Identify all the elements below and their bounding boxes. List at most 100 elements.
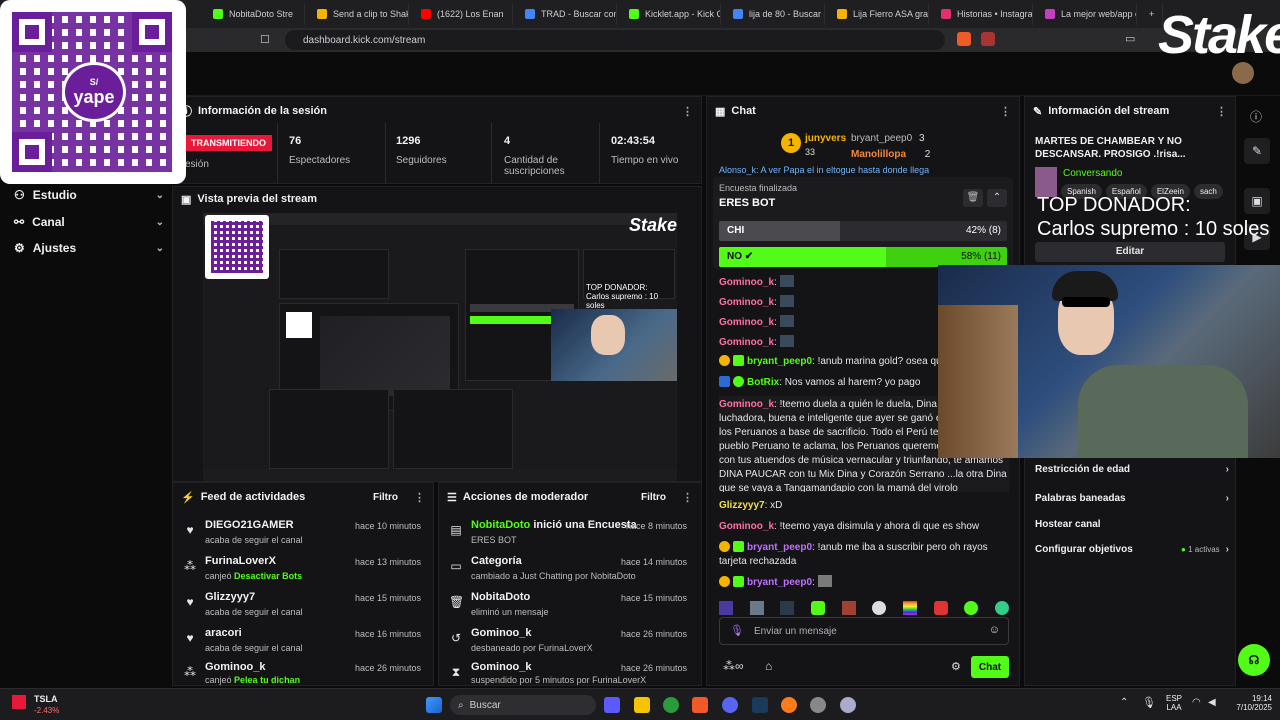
emote-icon[interactable]	[780, 601, 795, 615]
browser-tab[interactable]: (1622) Los Enan	[413, 3, 513, 25]
clock[interactable]: 19:14 7/10/2025	[1228, 694, 1272, 712]
emoji-icon[interactable]: ☺	[989, 624, 1000, 636]
feed-user[interactable]: Glizzyyy7	[205, 591, 255, 603]
browser-tab[interactable]: TRAD - Buscar con	[517, 3, 617, 25]
taskbar-search[interactable]: ⌕ Buscar	[450, 695, 596, 715]
feed-user[interactable]: Gominoo_k	[205, 661, 266, 673]
more-options-icon[interactable]: ⋮	[1000, 105, 1011, 118]
more-options-icon[interactable]: ⋮	[682, 491, 693, 504]
collapse-icon[interactable]: ⌃	[987, 189, 1007, 207]
steam-icon[interactable]	[752, 697, 768, 713]
store-icon[interactable]: ⌂	[765, 659, 772, 673]
poll-option-label: CHI	[727, 225, 745, 236]
help-icon[interactable]: ☊	[1238, 644, 1270, 676]
browser-tab[interactable]: Lija Fierro ASA gran	[829, 3, 929, 25]
more-options-icon[interactable]: ⋮	[1216, 105, 1227, 118]
panel-title: Información de la sesión	[198, 105, 327, 117]
trash-icon[interactable]: 🗑	[963, 189, 983, 207]
stream-preview-video[interactable]: Stake TOP DONADOR: Carlos supremo : 10 s…	[203, 213, 677, 481]
nav-item-settings[interactable]: ⚙ Ajustes ⌄	[14, 237, 164, 259]
feed-user[interactable]: DIEGO21GAMER	[205, 519, 294, 531]
row-age-restriction[interactable]: Restricción de edad ›	[1035, 458, 1229, 480]
gifter-3[interactable]: Manolillopa 2	[851, 149, 930, 160]
row-banned-words[interactable]: Palabras baneadas ›	[1035, 487, 1229, 509]
emote-icon[interactable]	[872, 601, 887, 615]
divider	[491, 123, 492, 183]
microphone-icon[interactable]: 🎙	[730, 624, 744, 637]
tab-favicon-icon	[317, 9, 327, 19]
coins-icon: ⁂	[184, 559, 196, 573]
tab-label: Historias • Instagran	[957, 9, 1033, 19]
browser-tab[interactable]: NobitaDoto Stre	[205, 3, 305, 25]
language-indicator[interactable]: ESP LAA	[1166, 694, 1182, 712]
browser-tab[interactable]: Kicklet.app - Kick C	[621, 3, 721, 25]
emote-icon[interactable]	[964, 601, 979, 615]
address-bar[interactable]: dashboard.kick.com/stream	[285, 30, 945, 50]
top-gifter-name[interactable]: junyvers	[805, 133, 846, 144]
file-explorer-icon[interactable]	[634, 697, 650, 713]
browser-tab[interactable]: La mejor web/app c	[1037, 3, 1137, 25]
chat-icon: ▦	[715, 105, 726, 118]
sidebar-toggle-icon[interactable]: ▭	[1125, 32, 1135, 45]
emote-icon[interactable]	[749, 601, 764, 615]
filter-button[interactable]: Filtro	[641, 492, 666, 503]
emote-icon[interactable]	[933, 601, 948, 615]
app-icon[interactable]	[840, 697, 856, 713]
ticker-symbol[interactable]: TSLA	[34, 694, 58, 704]
teams-icon[interactable]	[604, 697, 620, 713]
poll-option-no: NO ✔ 58% (11)	[719, 247, 1007, 267]
microphone-icon[interactable]: 🎙	[1142, 696, 1156, 709]
discord-icon[interactable]	[722, 697, 738, 713]
mod-actions-panel: ☰ Acciones de moderador Filtro ⋮ ▤ Nobit…	[438, 482, 702, 686]
row-goals[interactable]: Configurar objetivos ● 1 activas ›	[1035, 538, 1229, 560]
more-options-icon[interactable]: ⋮	[682, 105, 693, 118]
emote-icon[interactable]	[810, 601, 825, 615]
activity-feed-panel: ⚡ Feed de actividades Filtro ⋮ ♥ DIEGO21…	[172, 482, 434, 686]
pencil-icon[interactable]: ✎	[1244, 138, 1270, 164]
row-host-channel[interactable]: Hostear canal	[1035, 513, 1229, 535]
windows-start-icon[interactable]	[426, 697, 442, 713]
heart-icon: ♥	[186, 523, 194, 537]
send-chat-button[interactable]: Chat	[971, 656, 1009, 678]
extension-icon[interactable]	[981, 32, 995, 46]
wifi-icon[interactable]: ◠	[1192, 697, 1201, 708]
nav-item-studio[interactable]: ⚇ Estudio ⌄	[14, 184, 164, 206]
info-icon[interactable]: ⓘ	[1250, 108, 1262, 125]
search-placeholder: Buscar	[469, 699, 501, 711]
emote-icon[interactable]	[902, 601, 917, 615]
feed-desc: acaba de seguir el canal	[205, 535, 303, 545]
firefox-icon[interactable]	[781, 697, 797, 713]
emote-icon[interactable]	[719, 601, 733, 615]
browser-tab[interactable]: lija de 80 - Buscar c	[725, 3, 825, 25]
emote-icon[interactable]	[994, 601, 1009, 615]
brave-icon[interactable]	[692, 697, 708, 713]
browser-tab[interactable]: Historias • Instagran	[933, 3, 1033, 25]
top-donor-overlay: TOP DONADOR: Carlos supremo : 10 soles	[1037, 193, 1280, 241]
edit-stream-button[interactable]: Editar	[1035, 242, 1225, 262]
panel-title: Chat	[731, 105, 756, 117]
more-options-icon[interactable]: ⋮	[414, 491, 425, 504]
chevron-up-icon[interactable]: ⌃	[1120, 697, 1128, 708]
gifter-2[interactable]: bryant_peep0 3	[851, 133, 925, 144]
feed-user[interactable]: FurinaLoverX	[205, 555, 276, 567]
feed-item: ♥ DIEGO21GAMER acaba de seguir el canal …	[173, 517, 429, 553]
volume-icon[interactable]: ◀	[1208, 697, 1216, 708]
points-icon[interactable]: ⁂∞	[723, 659, 744, 673]
yape-logo: S/ yape	[62, 62, 126, 122]
brave-shield-icon[interactable]	[957, 32, 971, 46]
chat-input[interactable]: 🎙 Enviar un mensaje ☺	[719, 617, 1009, 645]
settings-icon: ⚙	[14, 241, 25, 255]
chrome-icon[interactable]	[663, 697, 679, 713]
bookmark-icon[interactable]: ☐	[260, 33, 270, 46]
chat-settings-icon[interactable]: ⚙	[951, 660, 961, 673]
browser-tab[interactable]: Send a clip to Shake	[309, 3, 409, 25]
session-info-panel: ⓘ Información de la sesión ⋮ TRANSMITIEN…	[172, 96, 702, 184]
app-icon[interactable]	[810, 697, 826, 713]
tab-favicon-icon	[213, 9, 223, 19]
feed-user[interactable]: aracori	[205, 627, 242, 639]
filter-button[interactable]: Filtro	[373, 492, 398, 503]
category-name[interactable]: Conversando	[1063, 168, 1122, 179]
nav-item-channel[interactable]: ⚯ Canal ⌄	[14, 211, 164, 233]
emote-icon[interactable]	[841, 601, 856, 615]
mod-user: Categoría	[471, 555, 522, 567]
